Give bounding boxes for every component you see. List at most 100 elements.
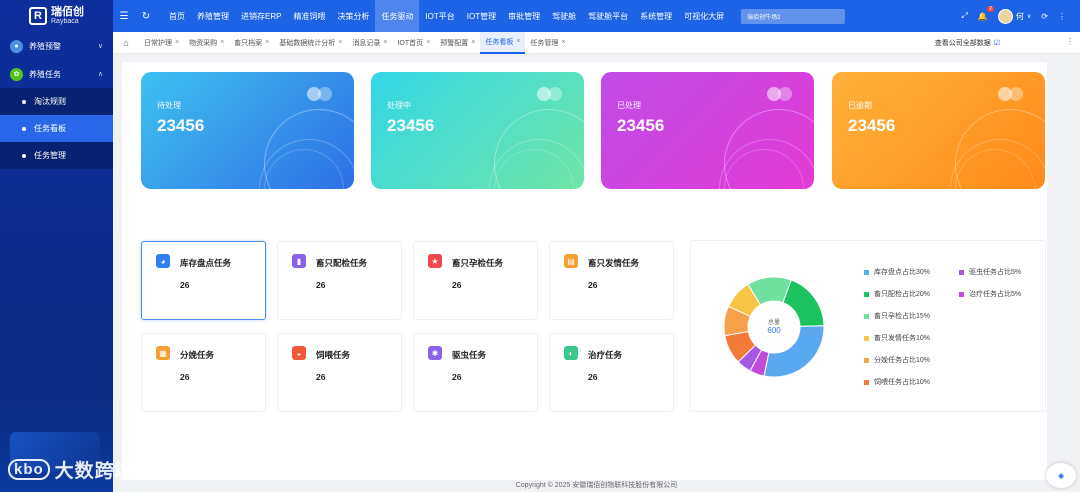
task-count: 26 xyxy=(588,280,598,290)
legend-swatch xyxy=(864,357,869,363)
stat-card-2[interactable]: 已处理 23456 xyxy=(601,72,814,189)
inventory-icon: ◕ xyxy=(156,254,170,268)
nav-item-8[interactable]: 审批管理 xyxy=(502,0,546,32)
task-card-7[interactable]: ◐ 治疗任务 26 xyxy=(549,333,674,412)
legend-label: 治疗任务占比5% xyxy=(969,291,1022,298)
tab-4[interactable]: 消息记录 × xyxy=(347,32,392,54)
top-navbar: ☰ ↻ 首页 养殖管理 进销存ERP 精准饲喂 决策分析 任务驱动 IOT平台 IOT管理 审批… xyxy=(113,0,1080,32)
tab-0[interactable]: 日常护理 × xyxy=(139,32,184,54)
tab-label: 任务管理 xyxy=(530,39,559,47)
task-card-5[interactable]: ◒ 饲喂任务 26 xyxy=(277,333,402,412)
legend-swatch xyxy=(864,291,869,297)
user-menu[interactable]: 何 ∨ xyxy=(997,8,1031,24)
menu-toggle-icon[interactable]: ☰ xyxy=(113,11,135,22)
stat-card-0[interactable]: 待处理 23456 xyxy=(141,72,354,189)
close-icon[interactable]: × xyxy=(516,38,520,45)
nav-item-6[interactable]: IOT平台 xyxy=(419,0,460,32)
view-all-data-toggle[interactable]: 查看公司全部数据 ☑ xyxy=(935,38,1000,48)
legend-label: 畜只发情任务10% xyxy=(874,335,931,342)
farm-search-input[interactable]: 瑞佰创牛场2 xyxy=(741,8,846,24)
task-count: 26 xyxy=(180,372,190,382)
nav-item-9[interactable]: 驾驶舱 xyxy=(546,0,582,32)
refresh-icon[interactable]: ↻ xyxy=(135,11,157,22)
nav-item-12[interactable]: 可视化大屏 xyxy=(678,0,730,32)
task-card-6[interactable]: ✱ 驱虫任务 26 xyxy=(413,333,538,412)
sidebar-group-1[interactable]: ✿ 养殖任务 ∧ xyxy=(0,60,113,88)
user-name: 何 xyxy=(1015,11,1024,21)
task-count: 26 xyxy=(452,372,462,382)
close-icon[interactable]: × xyxy=(561,39,565,46)
legend-item-5: 饲喂任务占比10% xyxy=(864,377,930,387)
close-icon[interactable]: × xyxy=(338,39,342,46)
logo-subtitle: Raybaca xyxy=(51,18,79,25)
checkbox-icon[interactable]: ☑ xyxy=(994,39,1000,47)
sidebar-item-2[interactable]: 任务管理 xyxy=(0,142,113,169)
nav-item-1[interactable]: 养殖管理 xyxy=(191,0,235,32)
legend-item-1: 畜只配检占比20% xyxy=(864,289,930,299)
nav-item-11[interactable]: 系统管理 xyxy=(634,0,678,32)
legend-label: 畜只孕检占比15% xyxy=(874,313,931,320)
task-title: 分娩任务 xyxy=(180,350,215,360)
task-card-1[interactable]: ▮ 畜只配检任务 26 xyxy=(277,241,402,320)
tab-6[interactable]: 预警配置 × xyxy=(435,32,480,54)
leaf-icon: ✿ xyxy=(10,67,23,81)
close-icon[interactable]: × xyxy=(220,39,224,46)
stat-label: 已处理 xyxy=(617,101,641,110)
stat-card-3[interactable]: 已逾期 23456 xyxy=(832,72,1045,189)
tab-7[interactable]: 任务看板 × xyxy=(480,31,526,54)
chevron-up-icon: ∧ xyxy=(97,71,103,78)
sidebar-item-1[interactable]: 任务看板 xyxy=(0,115,113,142)
task-title: 畜只发情任务 xyxy=(588,258,640,268)
sidebar-group-label: 养殖任务 xyxy=(29,69,61,79)
close-icon[interactable]: × xyxy=(426,39,430,46)
tab-1[interactable]: 物资采购 × xyxy=(184,32,229,54)
stat-value: 23456 xyxy=(617,116,665,135)
nav-item-5[interactable]: 任务驱动 xyxy=(375,0,420,32)
nav-item-3[interactable]: 精准饲喂 xyxy=(287,0,331,32)
toggle-dots-icon xyxy=(537,87,563,101)
task-ratio-chart: 总量 600 库存盘点占比30% 畜只配检占比20% 畜只孕检占比15% 畜只发情任务… xyxy=(690,240,1046,412)
legend-item-6: 驱虫任务占比5% xyxy=(959,267,1021,277)
nav-item-7[interactable]: IOT管理 xyxy=(461,0,502,32)
close-icon[interactable]: × xyxy=(383,39,387,46)
task-card-4[interactable]: ▦ 分娩任务 26 xyxy=(141,333,266,412)
tab-label: 预警配置 xyxy=(440,39,469,47)
more-icon[interactable]: ⋮ xyxy=(1058,12,1066,21)
nav-item-2[interactable]: 进销存ERP xyxy=(235,0,287,32)
task-card-0[interactable]: ◕ 库存盘点任务 26 xyxy=(141,241,266,320)
nav-item-4[interactable]: 决策分析 xyxy=(331,0,375,32)
stat-value: 23456 xyxy=(848,116,896,135)
task-count: 26 xyxy=(180,280,190,290)
legend-item-3: 畜只发情任务10% xyxy=(864,333,930,343)
tab-8[interactable]: 任务管理 × xyxy=(525,32,570,54)
tab-5[interactable]: IOT首页 × xyxy=(392,32,435,54)
stat-card-1[interactable]: 处理中 23456 xyxy=(371,72,584,189)
logo: R 瑞佰创 Raybaca xyxy=(0,0,113,32)
watermark-text: 大数跨境 xyxy=(54,461,135,482)
nav-item-10[interactable]: 驾驶舱平台 xyxy=(582,0,634,32)
fullscreen-icon[interactable]: ⤢ xyxy=(962,11,968,21)
close-icon[interactable]: × xyxy=(471,39,475,46)
close-icon[interactable]: × xyxy=(175,39,179,46)
tab-2[interactable]: 畜只档案 × xyxy=(229,32,274,54)
task-card-2[interactable]: ★ 畜只孕检任务 26 xyxy=(413,241,538,320)
legend-label: 库存盘点占比30% xyxy=(874,269,931,276)
tabs-more-icon[interactable]: ⋮ xyxy=(1066,37,1074,46)
task-title: 库存盘点任务 xyxy=(180,258,232,268)
nav-item-0[interactable]: 首页 xyxy=(163,0,191,32)
tab-3[interactable]: 基础数据统计分析 × xyxy=(274,32,347,54)
feeding-icon: ◒ xyxy=(292,346,306,360)
avatar xyxy=(997,8,1013,24)
task-title: 畜只配检任务 xyxy=(316,258,368,268)
home-icon[interactable]: ⌂ xyxy=(113,38,139,48)
sidebar-item-0[interactable]: 淘汰规则 xyxy=(0,88,113,115)
notification-button[interactable]: 🔔 2 xyxy=(978,5,994,21)
legend-label: 驱虫任务占比5% xyxy=(969,269,1022,276)
settings-icon[interactable]: ⟳ xyxy=(1041,12,1048,21)
close-icon[interactable]: × xyxy=(265,39,269,46)
tab-label: 物资采购 xyxy=(189,39,218,47)
task-card-3[interactable]: ▤ 畜只发情任务 26 xyxy=(549,241,674,320)
assistant-widget-icon[interactable]: ◉ xyxy=(1046,463,1076,488)
sidebar-group-0[interactable]: ● 养殖预警 ∨ xyxy=(0,32,113,60)
task-count: 26 xyxy=(452,280,462,290)
